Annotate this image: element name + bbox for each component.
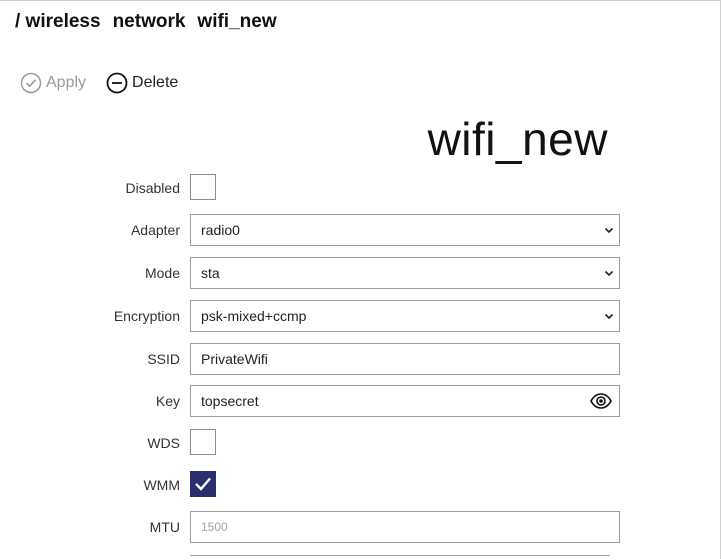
breadcrumb-network[interactable]: network — [113, 11, 186, 33]
checkmark-icon — [195, 477, 211, 491]
chevron-down-icon — [604, 227, 614, 234]
chevron-down-icon — [604, 313, 614, 320]
next-field-edge — [190, 555, 610, 560]
breadcrumb-current: wifi_new — [197, 11, 277, 32]
mtu-placeholder: 1500 — [201, 520, 228, 534]
apply-label: Apply — [46, 74, 87, 91]
breadcrumb-wireless[interactable]: / wireless — [15, 11, 101, 33]
wmm-label: WMM — [143, 477, 180, 493]
delete-label: Delete — [132, 74, 179, 91]
ssid-value: PrivateWifi — [201, 351, 268, 367]
row-mtu: MTU 1500 — [0, 511, 721, 543]
delete-button[interactable]: Delete — [106, 72, 178, 94]
chevron-down-icon — [604, 270, 614, 277]
wmm-checkbox[interactable] — [190, 471, 216, 497]
disabled-checkbox[interactable] — [190, 174, 216, 200]
adapter-value: radio0 — [201, 222, 240, 238]
ssid-label: SSID — [147, 351, 180, 367]
key-label: Key — [155, 393, 180, 409]
breadcrumb: / wireless network wifi_new — [15, 11, 277, 33]
mtu-label: MTU — [149, 519, 180, 535]
ssid-input[interactable]: PrivateWifi — [190, 343, 620, 375]
top-border — [0, 0, 721, 1]
wds-checkbox[interactable] — [190, 429, 216, 455]
adapter-label: Adapter — [130, 222, 180, 238]
apply-button[interactable]: Apply — [20, 72, 86, 94]
disabled-label: Disabled — [125, 180, 180, 196]
wds-label: WDS — [147, 435, 180, 451]
eye-icon[interactable] — [590, 392, 612, 410]
row-wmm: WMM — [0, 469, 721, 501]
row-disabled: Disabled — [0, 172, 721, 204]
row-ssid: SSID PrivateWifi — [0, 343, 721, 375]
row-mode: Mode sta — [0, 257, 721, 289]
encryption-label: Encryption — [113, 308, 180, 324]
mode-label: Mode — [144, 265, 180, 281]
mode-value: sta — [201, 265, 220, 281]
key-input[interactable]: topsecret — [190, 385, 620, 417]
encryption-select[interactable]: psk-mixed+ccmp — [190, 300, 620, 332]
mtu-input[interactable]: 1500 — [190, 511, 620, 543]
adapter-select[interactable]: radio0 — [190, 214, 620, 246]
row-wds: WDS — [0, 427, 721, 459]
mode-select[interactable]: sta — [190, 257, 620, 289]
row-adapter: Adapter radio0 — [0, 214, 721, 246]
key-value: topsecret — [201, 393, 259, 409]
check-circle-icon — [20, 72, 42, 94]
minus-circle-icon — [106, 72, 128, 94]
page-title: wifi_new — [427, 113, 608, 165]
row-key: Key topsecret — [0, 385, 721, 417]
encryption-value: psk-mixed+ccmp — [201, 308, 307, 324]
row-encryption: Encryption psk-mixed+ccmp — [0, 300, 721, 332]
toolbar: Apply Delete — [20, 72, 198, 94]
